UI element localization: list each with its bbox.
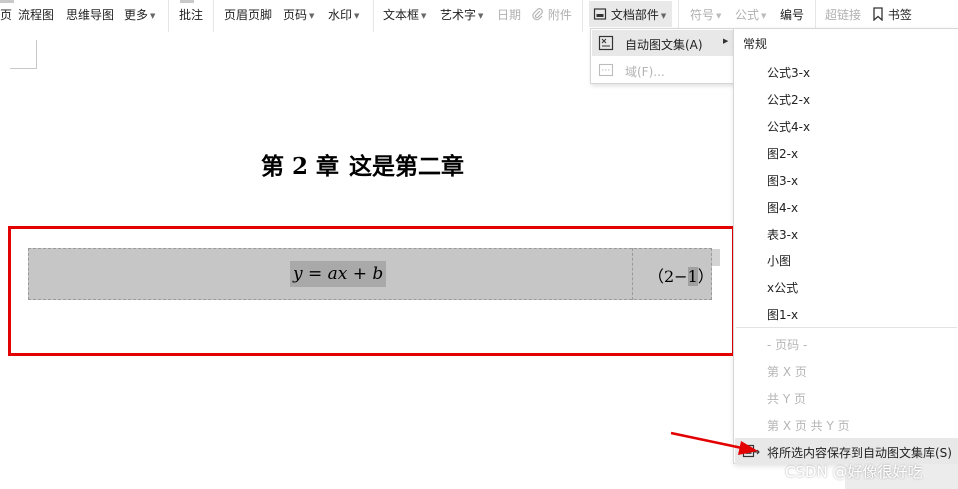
page-number-entry[interactable]: 共 Y 页 <box>767 390 806 407</box>
autotext-entry[interactable]: 表3-x <box>767 226 798 243</box>
toolbar-item-document-parts[interactable]: 文档部件 ▼ <box>593 6 666 23</box>
toolbar-item-wordart[interactable]: 艺术字 ▼ <box>440 6 483 23</box>
document-parts-icon <box>593 8 607 20</box>
autotext-entry[interactable]: 图2-x <box>767 145 798 162</box>
toolbar-divider <box>582 0 583 32</box>
toolbar-item-textbox[interactable]: 文本框 ▼ <box>383 6 426 23</box>
bookmark-icon <box>873 7 883 22</box>
toolbar-item-watermark[interactable]: 水印 ▼ <box>328 6 359 23</box>
toolbar-divider <box>168 0 169 32</box>
toolbar-item-more[interactable]: 更多 ▼ <box>124 6 155 23</box>
chapter-heading[interactable]: 第 2 章这是第二章 <box>261 147 474 181</box>
toolbar-item-numbering[interactable]: 编号 <box>780 6 804 23</box>
toolbar-item-page[interactable]: 页 <box>0 6 12 23</box>
chapter-number: 第 2 章 <box>261 153 340 180</box>
watermark-text: CSDN @好像很好吃 <box>785 463 923 481</box>
toolbar-top-edge <box>0 0 14 3</box>
toolbar-top-edge <box>180 0 194 3</box>
chevron-down-icon: ▼ <box>309 12 315 20</box>
toolbar-item-hyperlink[interactable]: 超链接 <box>825 6 861 23</box>
field-icon <box>598 63 614 77</box>
chevron-down-icon: ▼ <box>421 12 427 20</box>
paperclip-icon <box>532 8 543 21</box>
page-number-entry[interactable]: 第 X 页 <box>767 363 807 380</box>
autotext-entry[interactable]: 公式3-x <box>767 64 810 81</box>
autotext-category-header: 常规 <box>743 37 768 51</box>
chevron-down-icon: ▼ <box>354 12 360 20</box>
toolbar-divider <box>373 0 374 32</box>
toolbar-item-mindmap[interactable]: 思维导图 <box>66 6 114 23</box>
autotext-entry[interactable]: 图4-x <box>767 199 798 216</box>
autotext-submenu: 常规 公式3-x 公式2-x 公式4-x 图2-x 图3-x 图4-x 表3-x… <box>733 28 958 464</box>
toolbar-divider <box>213 0 214 32</box>
autotext-icon <box>598 35 614 51</box>
toolbar-item-flowchart[interactable]: 流程图 <box>18 6 54 23</box>
highlight-annotation-box <box>8 226 735 356</box>
page-corner-mark <box>36 40 37 69</box>
toolbar-item-header-footer[interactable]: 页眉页脚 <box>224 6 272 23</box>
toolbar-item-date[interactable]: 日期 <box>497 6 521 23</box>
toolbar-item-comment[interactable]: 批注 <box>179 6 203 23</box>
toolbar-item-page-number[interactable]: 页码 ▼ <box>283 6 314 23</box>
menu-separator <box>736 327 957 328</box>
save-to-gallery-icon <box>742 444 760 458</box>
autotext-entry[interactable]: 公式4-x <box>767 118 810 135</box>
autotext-entry[interactable]: 图3-x <box>767 172 798 189</box>
autotext-entry[interactable]: 公式2-x <box>767 91 810 108</box>
menu-item-field[interactable]: 域(F)... <box>592 57 733 83</box>
submenu-arrow-icon: ▶ <box>723 37 729 45</box>
toolbar-item-symbol[interactable]: 符号 ▼ <box>690 6 721 23</box>
toolbar-item-formula[interactable]: 公式 ▼ <box>735 6 766 23</box>
toolbar-item-attachment[interactable]: 附件 <box>531 6 572 23</box>
autotext-entry[interactable]: 图1-x <box>767 306 798 323</box>
autotext-entry[interactable]: 小图 <box>767 252 791 269</box>
chevron-down-icon: ▼ <box>761 12 767 20</box>
page-corner-mark <box>10 68 37 69</box>
page-number-entry[interactable]: 第 X 页 共 Y 页 <box>767 417 850 434</box>
chevron-down-icon: ▼ <box>478 12 484 20</box>
autotext-entry[interactable]: x公式 <box>767 279 798 296</box>
chapter-title: 这是第二章 <box>349 153 465 180</box>
chevron-down-icon: ▼ <box>660 12 667 20</box>
document-parts-menu: 自动图文集(A) ▶ 域(F)... <box>590 28 734 84</box>
toolbar-item-bookmark[interactable]: 书签 <box>872 6 912 23</box>
menu-item-autotext[interactable]: 自动图文集(A) ▶ <box>592 30 733 56</box>
wps-writer-window: 页 流程图 思维导图 更多 ▼ 批注 页眉页脚 页码 ▼ 水印 ▼ 文本框 ▼ 艺术字 ▼… <box>0 0 958 489</box>
chevron-down-icon: ▼ <box>716 12 722 20</box>
page-number-entry[interactable]: - 页码 - <box>767 336 807 353</box>
chevron-down-icon: ▼ <box>150 12 156 20</box>
